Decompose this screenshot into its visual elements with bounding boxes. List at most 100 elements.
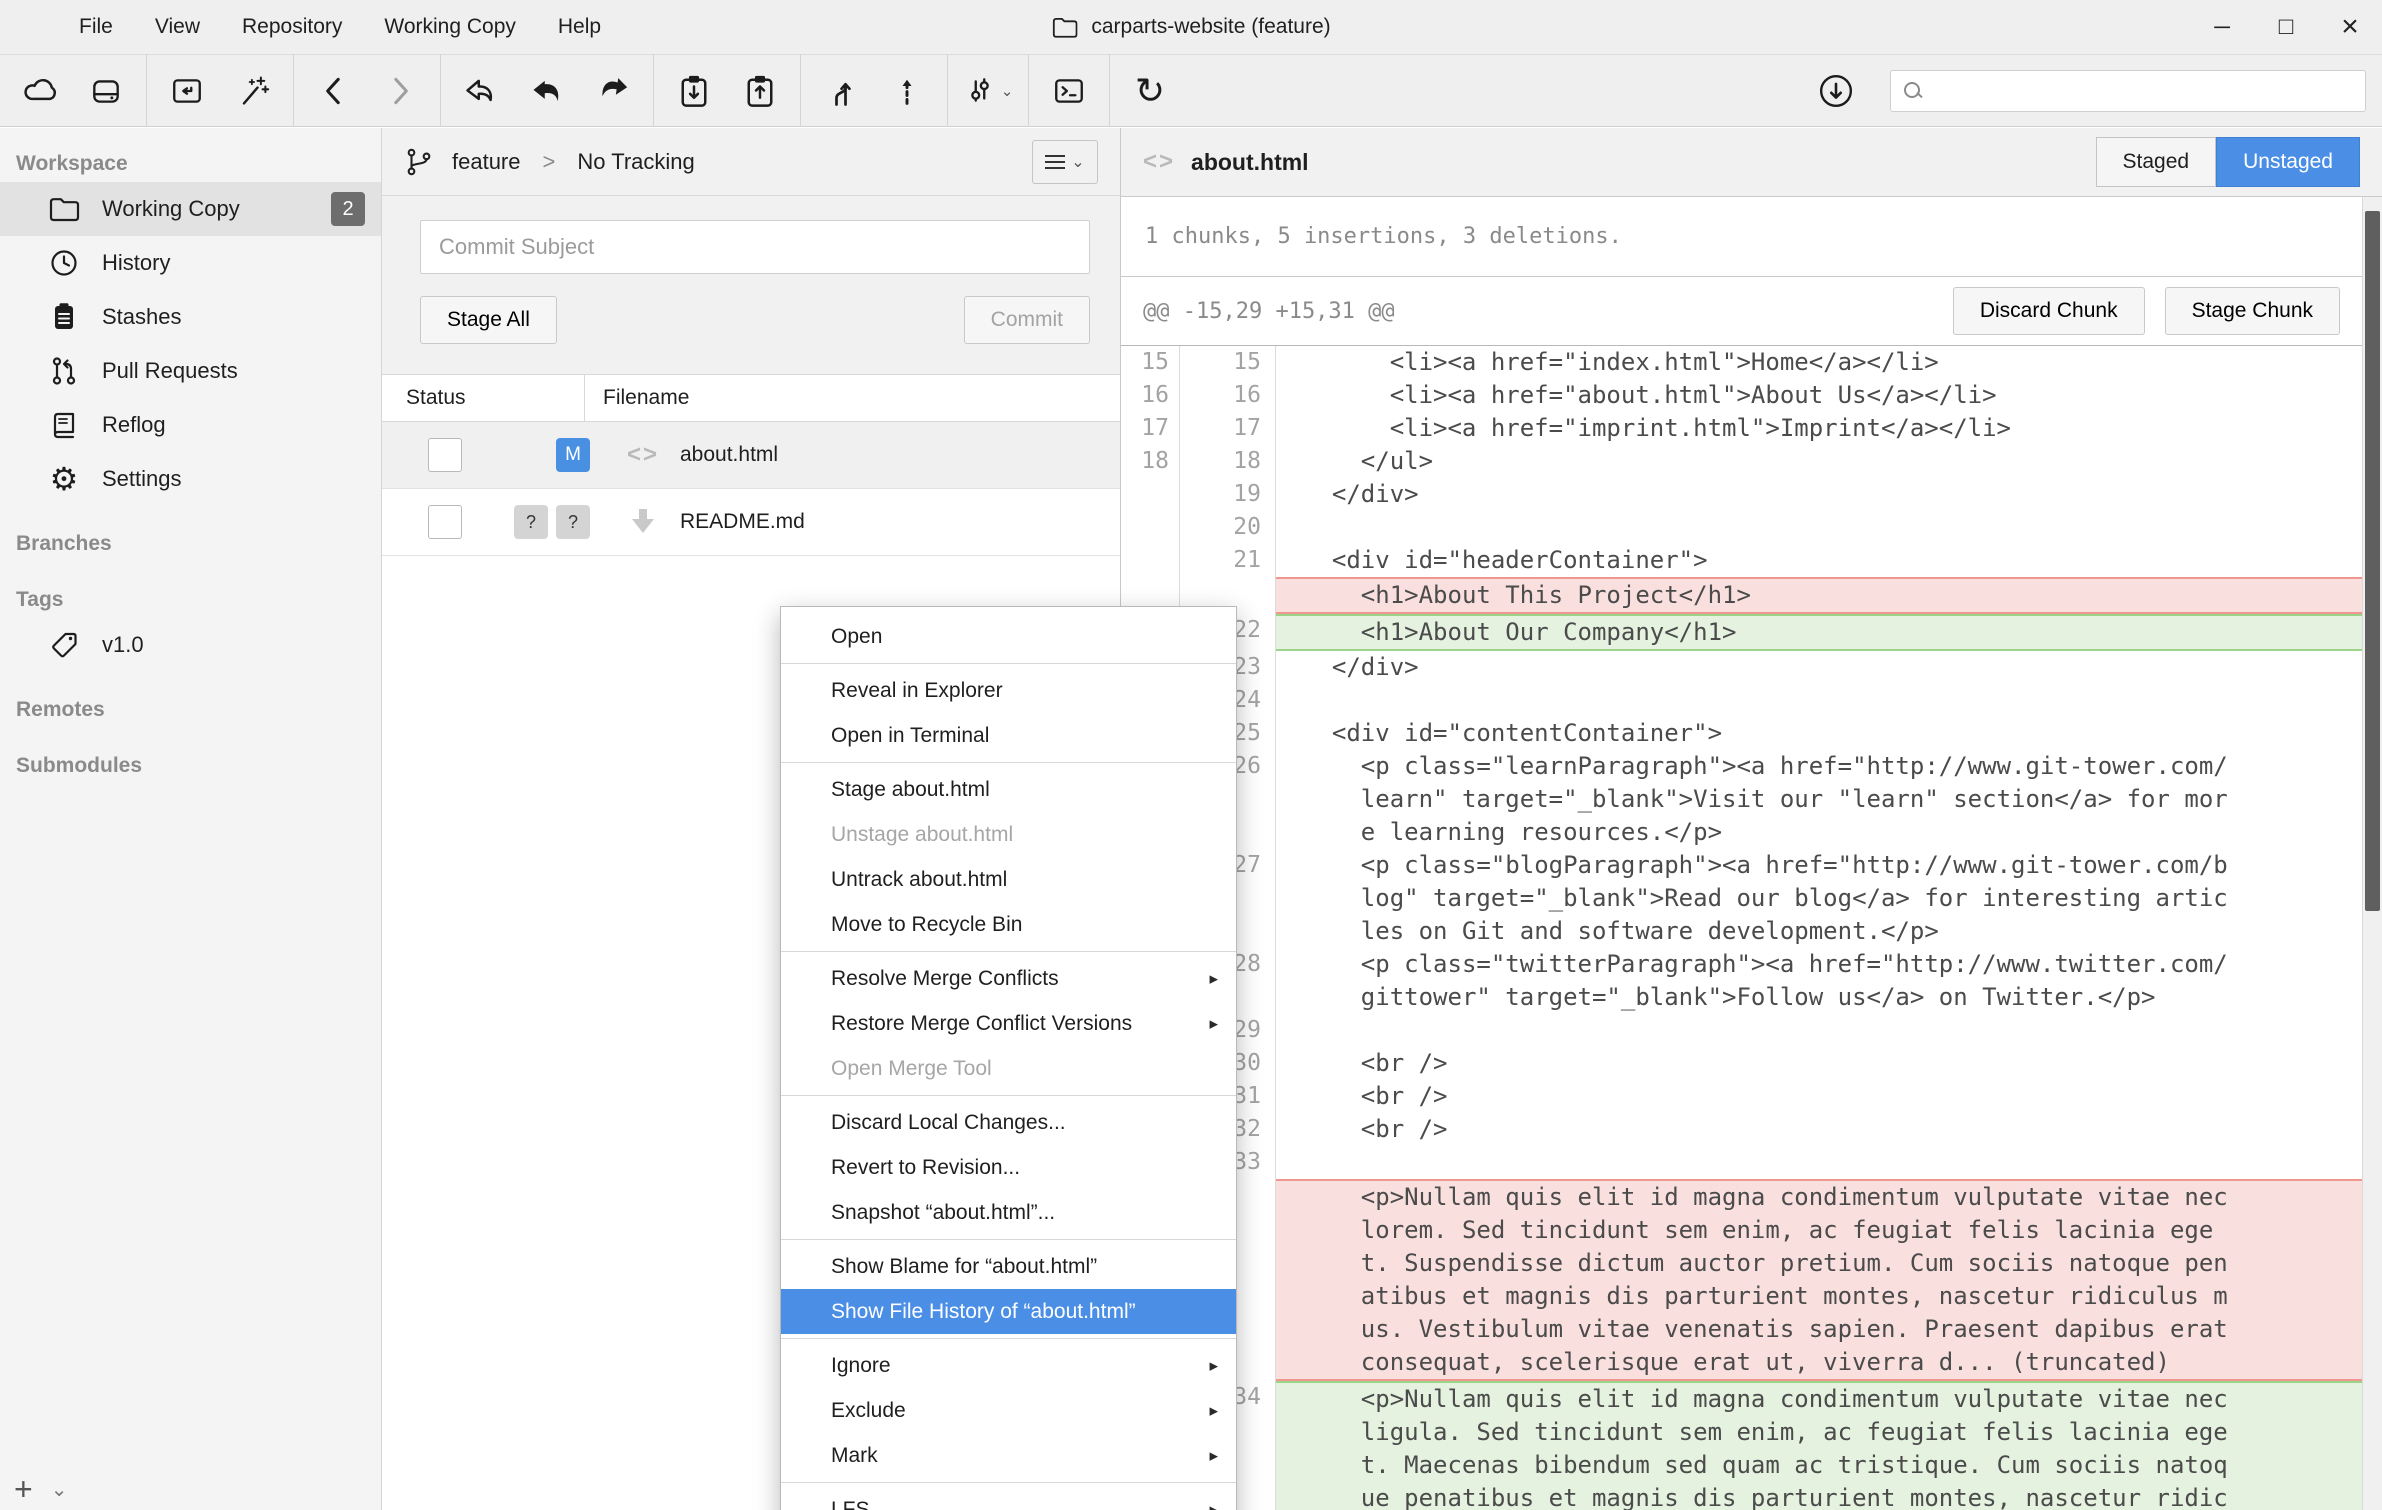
diff-line[interactable]: 29 bbox=[1121, 1014, 2362, 1047]
diff-line[interactable]: 1616<li><a href="about.html">About Us</a… bbox=[1121, 379, 2362, 412]
file-row-about-html[interactable]: M<>about.html bbox=[382, 422, 1120, 489]
context-menu-item-exclude[interactable]: Exclude▸ bbox=[781, 1388, 1236, 1433]
context-menu-item-lfs[interactable]: LFS▸ bbox=[781, 1487, 1236, 1510]
diff-line[interactable]: 1717<li><a href="imprint.html">Imprint</… bbox=[1121, 412, 2362, 445]
stage-checkbox[interactable] bbox=[428, 438, 462, 472]
column-header-status[interactable]: Status bbox=[382, 375, 585, 421]
sidebar-section-remotes[interactable]: Remotes bbox=[0, 692, 381, 728]
context-menu-item-stage-about-html[interactable]: Stage about.html bbox=[781, 767, 1236, 812]
scrollbar-track[interactable] bbox=[2362, 197, 2382, 1510]
tab-staged[interactable]: Staged bbox=[2096, 137, 2217, 187]
diff-line-del[interactable]: <h1>About This Project</h1> bbox=[1121, 577, 2362, 614]
menubar-item-working-copy[interactable]: Working Copy bbox=[363, 0, 537, 54]
diff-line-add[interactable]: +22<h1>About Our Company</h1> bbox=[1121, 614, 2362, 651]
sidebar-section-tags[interactable]: Tags bbox=[0, 582, 381, 618]
context-menu-item-unstage-about-html[interactable]: Unstage about.html bbox=[781, 812, 1236, 857]
context-menu-item-untrack-about-html[interactable]: Untrack about.html bbox=[781, 857, 1236, 902]
stage-chunk-button[interactable]: Stage Chunk bbox=[2165, 287, 2340, 335]
minimize-button[interactable]: ─ bbox=[2190, 0, 2254, 54]
branch-options-button[interactable]: ⌄ bbox=[1032, 140, 1098, 184]
current-branch[interactable]: feature bbox=[452, 149, 521, 175]
commit-button[interactable]: Commit bbox=[964, 296, 1090, 344]
menubar-item-view[interactable]: View bbox=[134, 0, 221, 54]
context-menu-item-ignore[interactable]: Ignore▸ bbox=[781, 1343, 1236, 1388]
diff-line[interactable]: 1818</ul> bbox=[1121, 445, 2362, 478]
sidebar-item-v1-0[interactable]: v1.0 bbox=[0, 618, 381, 672]
context-menu-item-restore-merge-conflict-versions[interactable]: Restore Merge Conflict Versions▸ bbox=[781, 1001, 1236, 1046]
context-menu-item-resolve-merge-conflicts[interactable]: Resolve Merge Conflicts▸ bbox=[781, 956, 1236, 1001]
diff-line[interactable]: 21<div id="headerContainer"> bbox=[1121, 544, 2362, 577]
search-box[interactable] bbox=[1890, 70, 2366, 112]
diff-line[interactable]: 27<p class="blogParagraph"><a href="http… bbox=[1121, 849, 2362, 948]
rebase-icon[interactable] bbox=[877, 63, 937, 119]
context-menu-item-open[interactable]: Open bbox=[781, 614, 1236, 659]
nav-back-icon[interactable] bbox=[304, 63, 364, 119]
context-menu-item-discard-local-changes[interactable]: Discard Local Changes... bbox=[781, 1100, 1236, 1145]
refresh-icon[interactable]: ↻ bbox=[1120, 63, 1180, 119]
sidebar-section-submodules[interactable]: Submodules bbox=[0, 748, 381, 784]
stage-all-button[interactable]: Stage All bbox=[420, 296, 557, 344]
stash-pull-icon[interactable] bbox=[664, 63, 724, 119]
diff-line-del[interactable]: <p>Nullam quis elit id magna condimentum… bbox=[1121, 1179, 2362, 1381]
sidebar-section-workspace[interactable]: Workspace bbox=[0, 146, 381, 182]
download-circle-icon[interactable] bbox=[1806, 63, 1866, 119]
context-menu-item-open-merge-tool[interactable]: Open Merge Tool bbox=[781, 1046, 1236, 1091]
merge-icon[interactable] bbox=[811, 63, 871, 119]
maximize-button[interactable]: □ bbox=[2254, 0, 2318, 54]
context-menu-item-show-blame-for-about-html[interactable]: Show Blame for “about.html” bbox=[781, 1244, 1236, 1289]
magic-wand-icon[interactable] bbox=[223, 63, 283, 119]
add-repository-button[interactable]: + bbox=[14, 1474, 33, 1504]
column-header-filename[interactable]: Filename bbox=[585, 386, 689, 410]
context-menu-item-show-file-history-of-about-html[interactable]: Show File History of “about.html” bbox=[781, 1289, 1236, 1334]
chevron-down-icon[interactable]: ⌄ bbox=[51, 1477, 68, 1502]
diff-line[interactable]: 26<p class="learnParagraph"><a href="htt… bbox=[1121, 750, 2362, 849]
diff-line[interactable]: 32<br /> bbox=[1121, 1113, 2362, 1146]
scrollbar-thumb[interactable] bbox=[2365, 211, 2380, 911]
context-menu-item-open-in-terminal[interactable]: Open in Terminal bbox=[781, 713, 1236, 758]
tracking-status[interactable]: No Tracking bbox=[577, 149, 694, 175]
diff-line[interactable]: 25<div id="contentContainer"> bbox=[1121, 717, 2362, 750]
diff-line[interactable]: 28<p class="twitterParagraph"><a href="h… bbox=[1121, 948, 2362, 1014]
sidebar-item-settings[interactable]: ⚙Settings bbox=[0, 452, 381, 506]
context-menu-item-mark[interactable]: Mark▸ bbox=[781, 1433, 1236, 1478]
diff-line[interactable]: 19</div> bbox=[1121, 478, 2362, 511]
close-button[interactable]: × bbox=[2318, 0, 2382, 54]
terminal-icon[interactable] bbox=[1039, 63, 1099, 119]
diff-line[interactable]: 24 bbox=[1121, 684, 2362, 717]
drive-icon[interactable] bbox=[76, 63, 136, 119]
sidebar-item-working-copy[interactable]: Working Copy2 bbox=[0, 182, 381, 236]
menubar-item-help[interactable]: Help bbox=[537, 0, 622, 54]
diff-line[interactable]: 33 bbox=[1121, 1146, 2362, 1179]
discard-chunk-button[interactable]: Discard Chunk bbox=[1953, 287, 2145, 335]
diff-line[interactable]: 31<br /> bbox=[1121, 1080, 2362, 1113]
context-menu-item-reveal-in-explorer[interactable]: Reveal in Explorer bbox=[781, 668, 1236, 713]
context-menu-item-move-to-recycle-bin[interactable]: Move to Recycle Bin bbox=[781, 902, 1236, 947]
diff-line[interactable]: 30<br /> bbox=[1121, 1047, 2362, 1080]
share-arrow-icon[interactable] bbox=[451, 63, 511, 119]
sidebar-item-reflog[interactable]: Reflog bbox=[0, 398, 381, 452]
diff-line[interactable]: 23</div> bbox=[1121, 651, 2362, 684]
file-row-readme-md[interactable]: ??README.md bbox=[382, 489, 1120, 556]
sidebar-section-branches[interactable]: Branches bbox=[0, 526, 381, 562]
gitflow-icon[interactable]: ⌄ bbox=[958, 63, 1018, 119]
sidebar-item-history[interactable]: History bbox=[0, 236, 381, 290]
sidebar-item-stashes[interactable]: Stashes bbox=[0, 290, 381, 344]
stash-push-icon[interactable] bbox=[730, 63, 790, 119]
menubar-item-file[interactable]: File bbox=[58, 0, 134, 54]
menubar-item-repository[interactable]: Repository bbox=[221, 0, 363, 54]
diff-line[interactable]: 20 bbox=[1121, 511, 2362, 544]
nav-forward-icon[interactable] bbox=[370, 63, 430, 119]
tab-unstaged[interactable]: Unstaged bbox=[2216, 137, 2360, 187]
sidebar-item-pull-requests[interactable]: Pull Requests bbox=[0, 344, 381, 398]
stage-checkbox[interactable] bbox=[428, 505, 462, 539]
folder-return-icon[interactable] bbox=[157, 63, 217, 119]
diff-line-add[interactable]: +34<p>Nullam quis elit id magna condimen… bbox=[1121, 1381, 2362, 1510]
undo-arrow-icon[interactable] bbox=[517, 63, 577, 119]
context-menu-item-revert-to-revision[interactable]: Revert to Revision... bbox=[781, 1145, 1236, 1190]
commit-subject-input[interactable] bbox=[420, 220, 1090, 274]
redo-arrow-icon[interactable] bbox=[583, 63, 643, 119]
search-input[interactable] bbox=[1933, 79, 2353, 102]
cloud-icon[interactable] bbox=[10, 63, 70, 119]
diff-line[interactable]: 1515<li><a href="index.html">Home</a></l… bbox=[1121, 346, 2362, 379]
context-menu-item-snapshot-about-html[interactable]: Snapshot “about.html”... bbox=[781, 1190, 1236, 1235]
